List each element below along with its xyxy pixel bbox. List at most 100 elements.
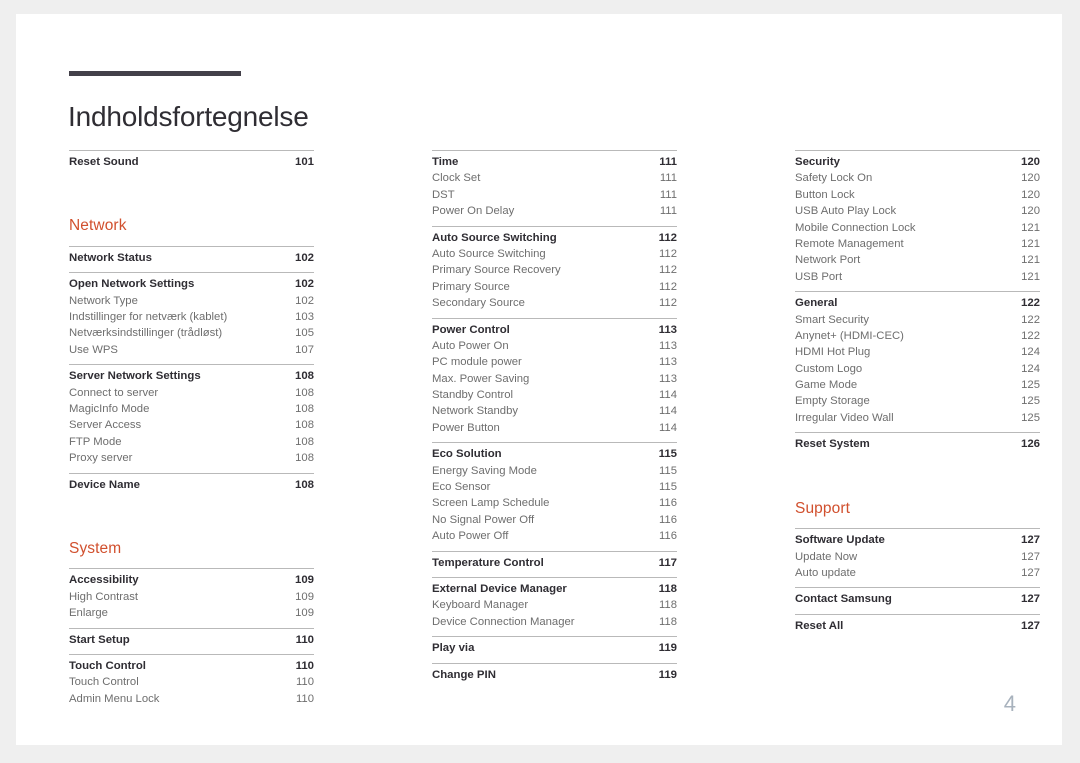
toc-entry[interactable]: Power On Delay 111	[432, 203, 677, 219]
toc-entry-label: Reset All	[795, 619, 844, 632]
toc-entry[interactable]: Safety Lock On 120	[795, 170, 1040, 186]
toc-entry-label: DST	[432, 188, 455, 201]
toc-entry[interactable]: Netværksindstillinger (trådløst) 105	[69, 325, 314, 341]
toc-entry[interactable]: Empty Storage 125	[795, 393, 1040, 409]
toc-entry[interactable]: Play via 119	[432, 640, 677, 656]
toc-group: Network Status 102	[69, 245, 314, 272]
toc-entry[interactable]: FTP Mode 108	[69, 434, 314, 450]
toc-group: Power Control 113 Auto Power On 113 PC modul…	[432, 317, 677, 443]
toc-entry[interactable]: Primary Source Recovery 112	[432, 262, 677, 278]
toc-entry[interactable]: Server Network Settings 108	[69, 368, 314, 384]
toc-entry[interactable]: DST 111	[432, 187, 677, 203]
toc-entry[interactable]: Indstillinger for netværk (kablet) 103	[69, 309, 314, 325]
toc-entry[interactable]: Network Port 121	[795, 252, 1040, 268]
toc-entry[interactable]: Screen Lamp Schedule 116	[432, 495, 677, 511]
toc-entry-page: 118	[658, 582, 677, 595]
toc-entry-page: 125	[1021, 395, 1040, 408]
toc-entry-label: Power Control	[432, 323, 510, 336]
toc-entry-page: 120	[1021, 172, 1040, 185]
toc-entry[interactable]: Button Lock 120	[795, 187, 1040, 203]
toc-entry[interactable]: Touch Control 110	[69, 658, 314, 674]
toc-entry[interactable]: Standby Control 114	[432, 387, 677, 403]
toc-entry[interactable]: Open Network Settings 102	[69, 276, 314, 292]
toc-entry[interactable]: Auto Power Off 116	[432, 528, 677, 544]
toc-entry-page: 120	[1021, 205, 1040, 218]
toc-entry[interactable]: USB Auto Play Lock 120	[795, 203, 1040, 219]
toc-entry[interactable]: Device Name 108	[69, 477, 314, 493]
toc-entry[interactable]: Remote Management 121	[795, 236, 1040, 252]
toc-entry[interactable]: Keyboard Manager 118	[432, 597, 677, 613]
toc-entry[interactable]: Energy Saving Mode 115	[432, 463, 677, 479]
toc-entry-page: 114	[658, 421, 677, 434]
toc-entry[interactable]: Anynet+ (HDMI-CEC) 122	[795, 328, 1040, 344]
toc-group: Play via 119	[432, 636, 677, 662]
toc-entry[interactable]: Reset System 126	[795, 436, 1040, 452]
toc-entry-label: Connect to server	[69, 386, 159, 399]
toc-entry[interactable]: Secondary Source 112	[432, 295, 677, 311]
toc-entry[interactable]: Temperature Control 117	[432, 555, 677, 571]
toc-entry[interactable]: Connect to server 108	[69, 385, 314, 401]
toc-entry-page: 109	[295, 590, 314, 603]
toc-entry[interactable]: High Contrast 109	[69, 589, 314, 605]
toc-group: Time 111 Clock Set 111 DST 111 Power On Delay 1…	[432, 150, 677, 226]
toc-entry[interactable]: Smart Security 122	[795, 312, 1040, 328]
toc-entry[interactable]: Time 111	[432, 154, 677, 170]
toc-entry[interactable]: Software Update 127	[795, 532, 1040, 548]
toc-entry-label: Smart Security	[795, 313, 870, 326]
toc-entry[interactable]: Auto Power On 113	[432, 338, 677, 354]
toc-entry[interactable]: Max. Power Saving 113	[432, 371, 677, 387]
toc-entry[interactable]: HDMI Hot Plug 124	[795, 344, 1040, 360]
toc-entry-page: 124	[1021, 346, 1040, 359]
toc-entry[interactable]: Touch Control 110	[69, 674, 314, 690]
toc-entry[interactable]: PC module power 113	[432, 354, 677, 370]
toc-entry-page: 111	[659, 156, 677, 168]
toc-columns: Reset Sound 101 Network Network Status 102 Op…	[69, 150, 1040, 713]
toc-entry[interactable]: Auto Source Switching 112	[432, 246, 677, 262]
toc-entry[interactable]: Contact Samsung 127	[795, 591, 1040, 607]
toc-entry[interactable]: Primary Source 112	[432, 279, 677, 295]
toc-entry-page: 110	[295, 692, 314, 705]
toc-entry[interactable]: Start Setup 110	[69, 632, 314, 648]
toc-group: Accessibility 109 High Contrast 109 Enlarge 1…	[69, 568, 314, 627]
toc-entry[interactable]: Server Access 108	[69, 417, 314, 433]
toc-entry[interactable]: Custom Logo 124	[795, 361, 1040, 377]
toc-group: Temperature Control 117	[432, 550, 677, 577]
toc-entry[interactable]: General 122	[795, 295, 1040, 311]
toc-entry[interactable]: Enlarge 109	[69, 605, 314, 621]
toc-entry[interactable]: Accessibility 109	[69, 572, 314, 588]
toc-entry[interactable]: Update Now 127	[795, 549, 1040, 565]
toc-section-heading: Network	[69, 217, 127, 235]
toc-entry[interactable]: Eco Solution 115	[432, 446, 677, 462]
toc-entry[interactable]: Eco Sensor 115	[432, 479, 677, 495]
toc-entry[interactable]: Power Button 114	[432, 420, 677, 436]
toc-entry[interactable]: Admin Menu Lock 110	[69, 691, 314, 707]
toc-entry[interactable]: Game Mode 125	[795, 377, 1040, 393]
toc-entry[interactable]: Mobile Connection Lock 121	[795, 220, 1040, 236]
toc-entry[interactable]: USB Port 121	[795, 269, 1040, 285]
toc-entry[interactable]: Proxy server 108	[69, 450, 314, 466]
toc-entry-label: Netværksindstillinger (trådløst)	[69, 327, 223, 340]
toc-entry-label: Power On Delay	[432, 205, 515, 218]
toc-entry[interactable]: Clock Set 111	[432, 170, 677, 186]
toc-entry[interactable]: No Signal Power Off 116	[432, 512, 677, 528]
toc-entry[interactable]: Power Control 113	[432, 322, 677, 338]
toc-entry-label: Security	[795, 156, 840, 168]
toc-entry[interactable]: Network Status 102	[69, 250, 314, 266]
toc-entry[interactable]: External Device Manager 118	[432, 581, 677, 597]
toc-entry-label: Update Now	[795, 550, 858, 563]
toc-entry[interactable]: Change PIN 119	[432, 667, 677, 683]
toc-entry[interactable]: Network Type 102	[69, 293, 314, 309]
toc-entry-page: 121	[1021, 237, 1040, 250]
toc-entry-label: Network Port	[795, 254, 861, 267]
toc-entry-page: 107	[295, 343, 314, 356]
toc-entry[interactable]: Security 120	[795, 154, 1040, 170]
toc-entry[interactable]: Reset Sound 101	[69, 154, 314, 170]
toc-entry[interactable]: Device Connection Manager 118	[432, 614, 677, 630]
toc-entry[interactable]: MagicInfo Mode 108	[69, 401, 314, 417]
toc-entry[interactable]: Irregular Video Wall 125	[795, 410, 1040, 426]
toc-entry[interactable]: Auto update 127	[795, 565, 1040, 581]
toc-entry[interactable]: Network Standby 114	[432, 403, 677, 419]
toc-entry[interactable]: Reset All 127	[795, 618, 1040, 634]
toc-entry[interactable]: Auto Source Switching 112	[432, 230, 677, 246]
toc-entry[interactable]: Use WPS 107	[69, 342, 314, 358]
